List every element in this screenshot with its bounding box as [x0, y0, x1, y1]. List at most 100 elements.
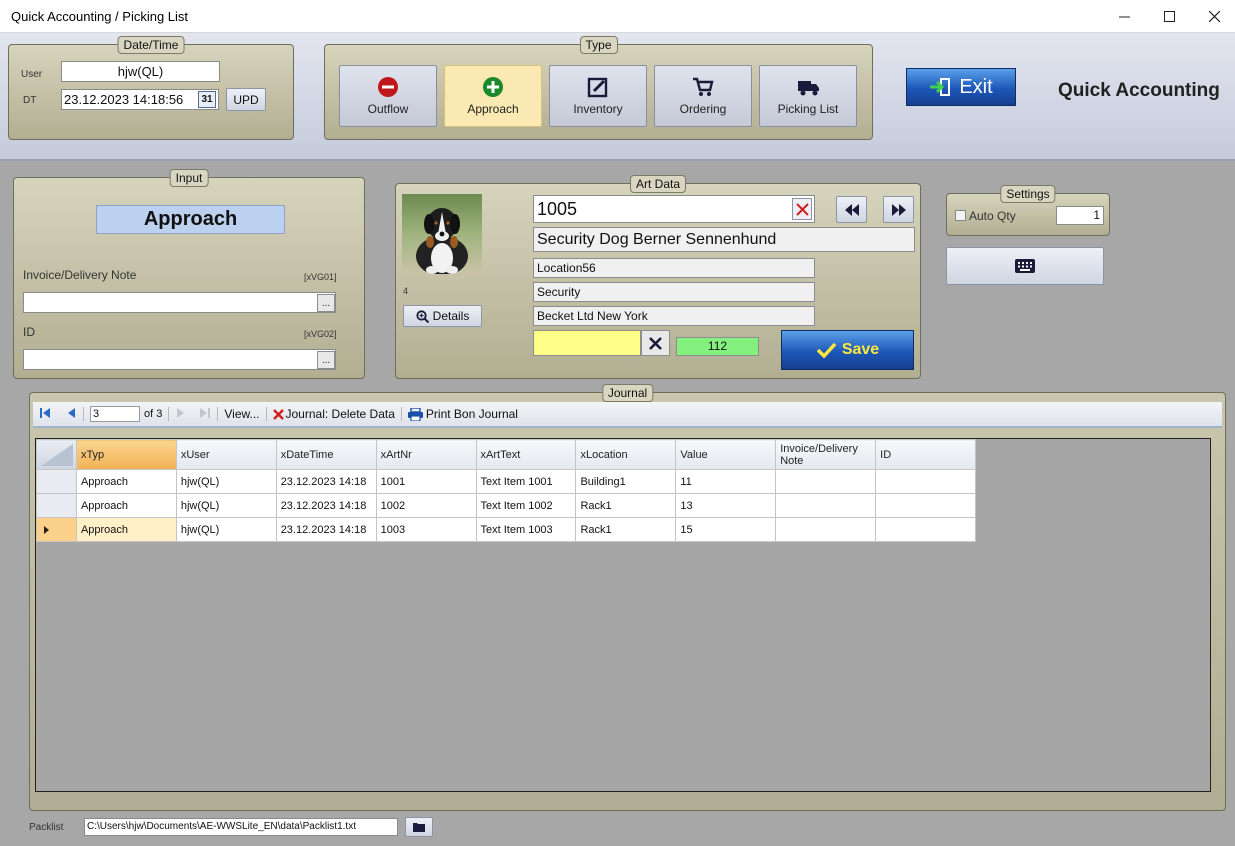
calendar-button[interactable]: 31: [198, 91, 216, 108]
table-row[interactable]: Approach hjw(QL) 23.12.2023 14:18 1001 T…: [36, 469, 976, 494]
outflow-button[interactable]: Outflow: [339, 65, 437, 127]
calendar-icon: 31: [201, 94, 213, 105]
table-cell[interactable]: 1002: [375, 493, 477, 518]
ordering-button[interactable]: Ordering: [654, 65, 752, 127]
table-cell[interactable]: [775, 469, 877, 494]
print-journal-button[interactable]: Print Bon Journal: [407, 407, 518, 421]
table-cell[interactable]: hjw(QL): [175, 493, 277, 518]
record-position-input[interactable]: 3: [90, 406, 140, 422]
column-header[interactable]: Invoice/Delivery Note: [775, 439, 877, 470]
previous-article-button[interactable]: [836, 196, 867, 223]
table-cell[interactable]: Text Item 1002: [475, 493, 577, 518]
invoice-browse-button[interactable]: ...: [317, 294, 335, 312]
stock-indicator: 112: [676, 337, 759, 356]
next-article-button[interactable]: [883, 196, 914, 223]
table-cell[interactable]: [875, 517, 976, 542]
image-index: 4: [403, 286, 409, 296]
table-cell[interactable]: Building1: [575, 469, 677, 494]
table-cell[interactable]: 15: [675, 517, 777, 542]
view-button[interactable]: View...: [224, 407, 259, 421]
column-header[interactable]: xArtNr: [375, 439, 477, 470]
exit-button[interactable]: Exit: [906, 68, 1016, 106]
table-row[interactable]: Approach hjw(QL) 23.12.2023 14:18 1002 T…: [36, 493, 976, 518]
print-journal-label: Print Bon Journal: [425, 407, 518, 421]
save-button[interactable]: Save: [781, 330, 914, 370]
journal-group: Journal 3 of 3 View... Journal: Delete D…: [29, 384, 1226, 811]
minimize-button[interactable]: [1101, 0, 1147, 33]
id-input[interactable]: [23, 349, 336, 370]
first-record-icon[interactable]: [39, 407, 51, 422]
close-icon: [1208, 11, 1220, 22]
approach-button[interactable]: Approach: [444, 65, 542, 127]
picking-list-button[interactable]: Picking List: [759, 65, 857, 127]
select-all-corner[interactable]: [36, 439, 77, 470]
table-cell[interactable]: Rack1: [575, 517, 677, 542]
details-button[interactable]: Details: [403, 305, 482, 327]
column-header[interactable]: ID: [875, 439, 976, 470]
table-cell[interactable]: hjw(QL): [175, 517, 277, 542]
inventory-button[interactable]: Inventory: [549, 65, 647, 127]
close-button[interactable]: [1191, 0, 1235, 33]
keyboard-button[interactable]: [946, 247, 1104, 285]
article-image: [402, 194, 482, 274]
last-record-icon[interactable]: [199, 407, 211, 422]
table-cell[interactable]: Approach: [75, 517, 177, 542]
details-label: Details: [432, 309, 470, 323]
packlist-path-field[interactable]: C:\Users\hjw\Documents\AE-WWSLite_EN\dat…: [84, 818, 398, 836]
table-cell[interactable]: [875, 469, 976, 494]
column-header[interactable]: xTyp: [75, 439, 177, 470]
column-header[interactable]: Value: [675, 439, 777, 470]
clear-quantity-button[interactable]: [641, 330, 670, 356]
article-category-field: Security: [533, 282, 815, 302]
delete-journal-button[interactable]: Journal: Delete Data: [272, 407, 395, 421]
upd-button[interactable]: UPD: [226, 88, 266, 111]
column-header[interactable]: xArtText: [475, 439, 577, 470]
table-cell[interactable]: 1003: [375, 517, 477, 542]
next-record-icon[interactable]: [175, 407, 185, 422]
clear-number-button[interactable]: [792, 198, 812, 220]
table-cell[interactable]: 11: [675, 469, 777, 494]
input-group-label: Input: [169, 169, 209, 187]
row-header[interactable]: [36, 493, 77, 518]
table-cell[interactable]: 23.12.2023 14:18: [275, 493, 377, 518]
invoice-input[interactable]: [23, 292, 336, 313]
column-header[interactable]: xUser: [175, 439, 277, 470]
id-browse-button[interactable]: ...: [317, 351, 335, 369]
table-cell[interactable]: [775, 517, 877, 542]
maximize-button[interactable]: [1146, 0, 1192, 33]
table-cell[interactable]: 13: [675, 493, 777, 518]
row-header[interactable]: [36, 517, 77, 542]
auto-qty-checkbox[interactable]: [955, 210, 966, 221]
table-cell[interactable]: [875, 493, 976, 518]
user-field[interactable]: hjw(QL): [61, 61, 220, 82]
table-cell[interactable]: 23.12.2023 14:18: [275, 517, 377, 542]
article-number-input[interactable]: 1005: [533, 195, 815, 223]
save-label: Save: [841, 341, 880, 358]
table-cell[interactable]: 1001: [375, 469, 477, 494]
dt-label: DT: [23, 95, 37, 106]
table-cell[interactable]: Rack1: [575, 493, 677, 518]
table-cell[interactable]: Text Item 1003: [475, 517, 577, 542]
row-header[interactable]: [36, 469, 77, 494]
id-label: ID: [23, 325, 35, 339]
quantity-input[interactable]: [533, 330, 641, 356]
datetime-field[interactable]: 23.12.2023 14:18:56: [61, 89, 219, 110]
table-cell[interactable]: Approach: [75, 469, 177, 494]
journal-group-label: Journal: [601, 384, 654, 402]
table-cell[interactable]: hjw(QL): [175, 469, 277, 494]
packlist-browse-button[interactable]: [405, 817, 433, 837]
user-label: User: [21, 69, 43, 80]
table-row[interactable]: Approach hjw(QL) 23.12.2023 14:18 1003 T…: [36, 517, 976, 542]
default-qty-input[interactable]: 1: [1056, 206, 1104, 225]
column-header[interactable]: xLocation: [575, 439, 677, 470]
type-group: Type Outflow Approach Inventory Ordering…: [324, 36, 873, 140]
table-cell[interactable]: Text Item 1001: [475, 469, 577, 494]
exit-label: Exit: [959, 75, 993, 98]
table-cell[interactable]: Approach: [75, 493, 177, 518]
table-cell[interactable]: [775, 493, 877, 518]
auto-qty-label: Auto Qty: [969, 209, 1016, 223]
column-header[interactable]: xDateTime: [275, 439, 377, 470]
previous-record-icon[interactable]: [67, 407, 77, 422]
minus-circle-icon: [377, 76, 399, 98]
table-cell[interactable]: 23.12.2023 14:18: [275, 469, 377, 494]
